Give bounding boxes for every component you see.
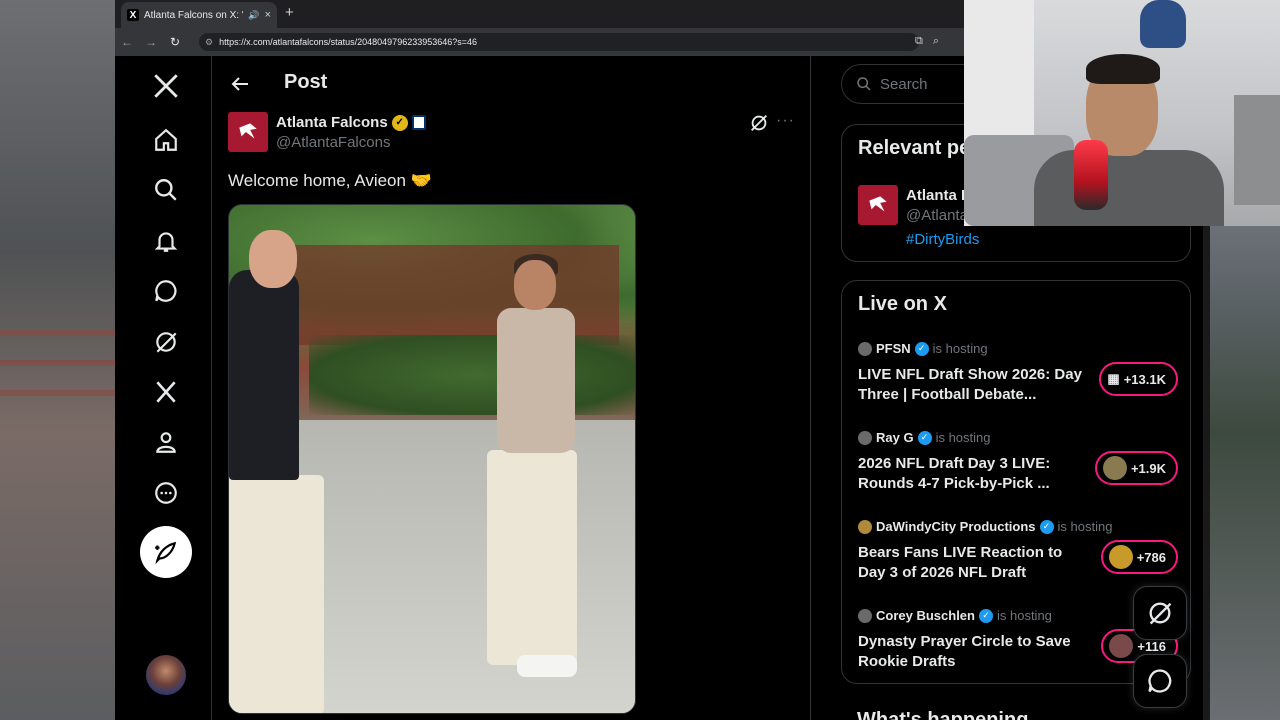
mute-icon[interactable]: 🔊: [248, 10, 259, 21]
main-column: Post Atlanta Falcons ✓ @AtlantaFalcons ·…: [211, 56, 811, 720]
messages-icon: [1148, 669, 1172, 693]
live-item[interactable]: DaWindyCity Productions ✓ is hosting Bea…: [858, 519, 1178, 589]
host-avatar: [858, 430, 872, 445]
nfl-affiliate-icon: [411, 115, 426, 130]
author-name[interactable]: Atlanta Falcons ✓: [276, 114, 426, 131]
microphone: [1074, 140, 1108, 210]
x-logo-icon[interactable]: [148, 68, 184, 104]
host-avatar: [858, 519, 872, 534]
post-header: Post: [212, 56, 812, 112]
address-actions: ⧉ ⌕: [915, 35, 939, 48]
host-name: Ray G: [876, 430, 914, 445]
cap-on-wall: [1140, 0, 1186, 48]
host-name: PFSN: [876, 341, 911, 356]
host-status: is hosting: [996, 608, 1052, 623]
falcons-logo-icon[interactable]: [228, 112, 268, 152]
messages-icon[interactable]: [148, 273, 184, 309]
screen: X Atlanta Falcons on X: "Welc 🔊 × + ← → …: [0, 0, 1280, 720]
compose-post-button[interactable]: [140, 526, 192, 578]
home-icon[interactable]: [148, 122, 184, 158]
more-circle-icon[interactable]: [148, 475, 184, 511]
back-nav-icon[interactable]: ←: [115, 35, 139, 49]
host-status: is hosting: [932, 341, 988, 356]
background-left: [0, 0, 115, 720]
live-title-text: Dynasty Prayer Circle to Save Rookie Dra…: [858, 633, 1071, 670]
search-placeholder: Search: [880, 75, 928, 93]
grok-icon: [1149, 602, 1172, 625]
messages-float-button[interactable]: [1133, 654, 1187, 708]
verified-icon: ✓: [978, 608, 993, 623]
live-title-text: 2026 NFL Draft Day 3 LIVE: Rounds 4-7 Pi…: [858, 455, 1051, 492]
relevant-hashtag-link[interactable]: #DirtyBirds: [906, 231, 979, 248]
search-icon: [857, 77, 871, 91]
search-icon[interactable]: [148, 172, 184, 208]
verified-gold-icon: ✓: [391, 114, 408, 131]
new-tab-button[interactable]: +: [285, 5, 294, 20]
host-status: is hosting: [1057, 519, 1113, 534]
listener-avatar: [1109, 634, 1134, 658]
x-favicon-icon: X: [127, 9, 139, 21]
webcam-overlay: [964, 0, 1280, 226]
back-arrow-icon[interactable]: [228, 72, 252, 96]
verified-icon: ✓: [917, 430, 932, 445]
host-avatar: [858, 341, 872, 356]
grok-explain-icon[interactable]: [748, 112, 770, 134]
falcons-logo-icon[interactable]: [858, 185, 898, 225]
tweet-video[interactable]: [228, 204, 636, 714]
reload-icon[interactable]: ↻: [163, 35, 187, 49]
grok-icon[interactable]: [148, 324, 184, 360]
page-title: Post: [284, 71, 328, 93]
video-person-left: [229, 230, 324, 713]
listener-count: +13.1K: [1123, 371, 1166, 387]
author-name-text: Atlanta Falcons: [276, 114, 388, 131]
host-name: Corey Buschlen: [876, 608, 975, 623]
listener-count: +1.9K: [1130, 460, 1166, 476]
author-handle[interactable]: @AtlantaFalcons: [276, 134, 390, 151]
live-item[interactable]: Corey Buschlen ✓ is hosting Dynasty Pray…: [858, 608, 1178, 678]
forward-nav-icon[interactable]: →: [139, 35, 163, 49]
listener-avatar: [1102, 456, 1127, 480]
url-field[interactable]: ⚙ https://x.com/atlantafalcons/status/20…: [199, 33, 919, 51]
listener-count-button[interactable]: +1.9K: [1094, 451, 1178, 485]
live-title: Live on X: [858, 293, 947, 315]
zoom-icon[interactable]: ⌕: [933, 35, 939, 48]
bell-icon[interactable]: [148, 223, 184, 259]
tweet-text: Welcome home, Avieon 🤝: [228, 171, 432, 190]
listener-count-button[interactable]: +786: [1100, 540, 1178, 574]
listener-count: +116: [1137, 638, 1166, 654]
listener-count: +786: [1136, 549, 1166, 565]
browser-tab[interactable]: X Atlanta Falcons on X: "Welc 🔊 ×: [121, 2, 277, 28]
left-nav: [115, 56, 211, 720]
host-status: is hosting: [935, 430, 991, 445]
grok-float-button[interactable]: [1133, 586, 1187, 640]
more-options-icon[interactable]: ···: [776, 112, 795, 130]
listener-avatar: [1108, 545, 1133, 569]
verified-icon: ✓: [914, 341, 929, 356]
live-item[interactable]: Ray G ✓ is hosting 2026 NFL Draft Day 3 …: [858, 430, 1178, 500]
video-person-right: [469, 254, 589, 680]
live-item[interactable]: PFSN ✓ is hosting LIVE NFL Draft Show 20…: [858, 341, 1178, 411]
compose-feather-icon: [155, 541, 177, 565]
live-title-text: Bears Fans LIVE Reaction to Day 3 of 202…: [858, 544, 1063, 581]
host-name: DaWindyCity Productions: [876, 519, 1036, 534]
account-avatar[interactable]: [146, 655, 186, 695]
verified-icon: ✓: [1039, 519, 1054, 534]
site-info-icon[interactable]: ⚙: [205, 37, 213, 48]
tab-title: Atlanta Falcons on X: "Welc: [144, 9, 243, 21]
listener-count-button[interactable]: ▦ +13.1K: [1099, 362, 1178, 396]
qr-icon: ▦: [1107, 371, 1120, 386]
streamer: [1024, 50, 1224, 226]
premium-x-icon[interactable]: [148, 374, 184, 410]
host-avatar: [858, 608, 872, 623]
tab-close-icon[interactable]: ×: [265, 9, 271, 21]
cast-icon[interactable]: ⧉: [915, 35, 923, 48]
whats-happening-heading: What's happening: [857, 709, 1029, 720]
profile-icon[interactable]: [148, 424, 184, 460]
live-title-text: LIVE NFL Draft Show 2026: Day Three | Fo…: [858, 366, 1082, 403]
url-text: https://x.com/atlantafalcons/status/2048…: [219, 37, 478, 47]
